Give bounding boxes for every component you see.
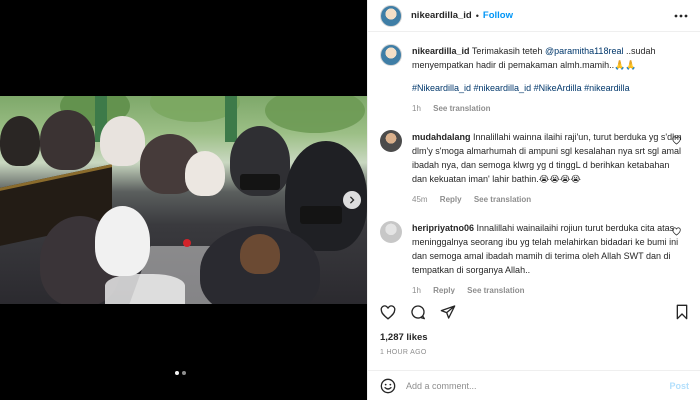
post-caption: nikeardilla_id Terimakasih teteh @parami…: [380, 44, 689, 116]
caption-avatar[interactable]: [380, 44, 402, 66]
bookmark-icon[interactable]: [675, 304, 689, 320]
comments-list[interactable]: nikeardilla_id Terimakasih teteh @parami…: [368, 32, 700, 294]
likes-count[interactable]: 1,287 likes: [380, 332, 428, 343]
carousel-dot: [182, 371, 186, 375]
comment-meta: 45m Reply See translation: [412, 193, 682, 207]
post-photo: [0, 96, 367, 304]
like-heart-icon[interactable]: [380, 304, 396, 320]
see-translation-button[interactable]: See translation: [467, 286, 524, 294]
caption-username[interactable]: nikeardilla_id: [412, 46, 470, 56]
comment-text: mudahdalang Innalillahi wainna ilaihi ra…: [412, 130, 682, 186]
follow-button[interactable]: Follow: [483, 10, 513, 21]
like-comment-heart-icon[interactable]: [672, 227, 681, 236]
commenter-avatar[interactable]: [380, 221, 402, 243]
instagram-post-modal: nikeardilla_id • Follow nikeardilla_id T…: [0, 0, 700, 400]
see-translation-button[interactable]: See translation: [474, 195, 531, 204]
author-username[interactable]: nikeardilla_id: [411, 10, 472, 21]
ellipsis-icon[interactable]: [674, 10, 688, 22]
post-header: nikeardilla_id • Follow: [368, 0, 700, 32]
header-separator: •: [475, 10, 479, 21]
caption-text: nikeardilla_id Terimakasih teteh @parami…: [412, 44, 682, 72]
comment-time[interactable]: 45m: [412, 195, 428, 204]
comment-username[interactable]: mudahdalang: [412, 132, 471, 142]
comment-item: mudahdalang Innalillahi wainna ilaihi ra…: [380, 130, 689, 207]
carousel-indicator: [175, 371, 186, 375]
chevron-right-icon: [349, 196, 355, 204]
author-avatar[interactable]: [380, 4, 402, 27]
reply-button[interactable]: Reply: [433, 286, 455, 294]
comment-input[interactable]: [406, 380, 670, 391]
comment-bubble-icon[interactable]: [410, 304, 426, 320]
commenter-avatar[interactable]: [380, 130, 402, 152]
comment-text: heripriyatno06 Innalillahi wainailaihi r…: [412, 221, 682, 277]
add-comment-bar: Post: [368, 370, 700, 400]
caption-mention[interactable]: @paramitha118real: [545, 46, 624, 56]
next-image-button[interactable]: [343, 191, 361, 209]
emoji-smiley-icon[interactable]: [380, 378, 396, 394]
post-timestamp[interactable]: 1 HOUR AGO: [380, 349, 427, 356]
caption-see-translation[interactable]: See translation: [433, 104, 490, 113]
post-comment-button[interactable]: Post: [669, 381, 689, 391]
comment-item: heripriyatno06 Innalillahi wainailaihi r…: [380, 221, 689, 294]
like-comment-heart-icon[interactable]: [672, 136, 681, 145]
caption-time[interactable]: 1h: [412, 104, 421, 113]
share-paper-plane-icon[interactable]: [440, 304, 456, 320]
carousel-dot-active: [175, 371, 179, 375]
caption-hashtags[interactable]: #Nikeardilla_id #nikeardilla_id #NikeArd…: [412, 81, 682, 95]
reply-button[interactable]: Reply: [440, 195, 462, 204]
post-actions-bar: [380, 301, 689, 323]
post-media: [0, 0, 367, 400]
comment-username[interactable]: heripriyatno06: [412, 223, 474, 233]
caption-meta: 1h See translation: [412, 102, 682, 116]
comment-meta: 1h Reply See translation: [412, 284, 682, 294]
post-side-panel: nikeardilla_id • Follow nikeardilla_id T…: [367, 0, 700, 400]
caption-text-before: Terimakasih teteh: [471, 46, 543, 56]
comment-time[interactable]: 1h: [412, 286, 421, 294]
